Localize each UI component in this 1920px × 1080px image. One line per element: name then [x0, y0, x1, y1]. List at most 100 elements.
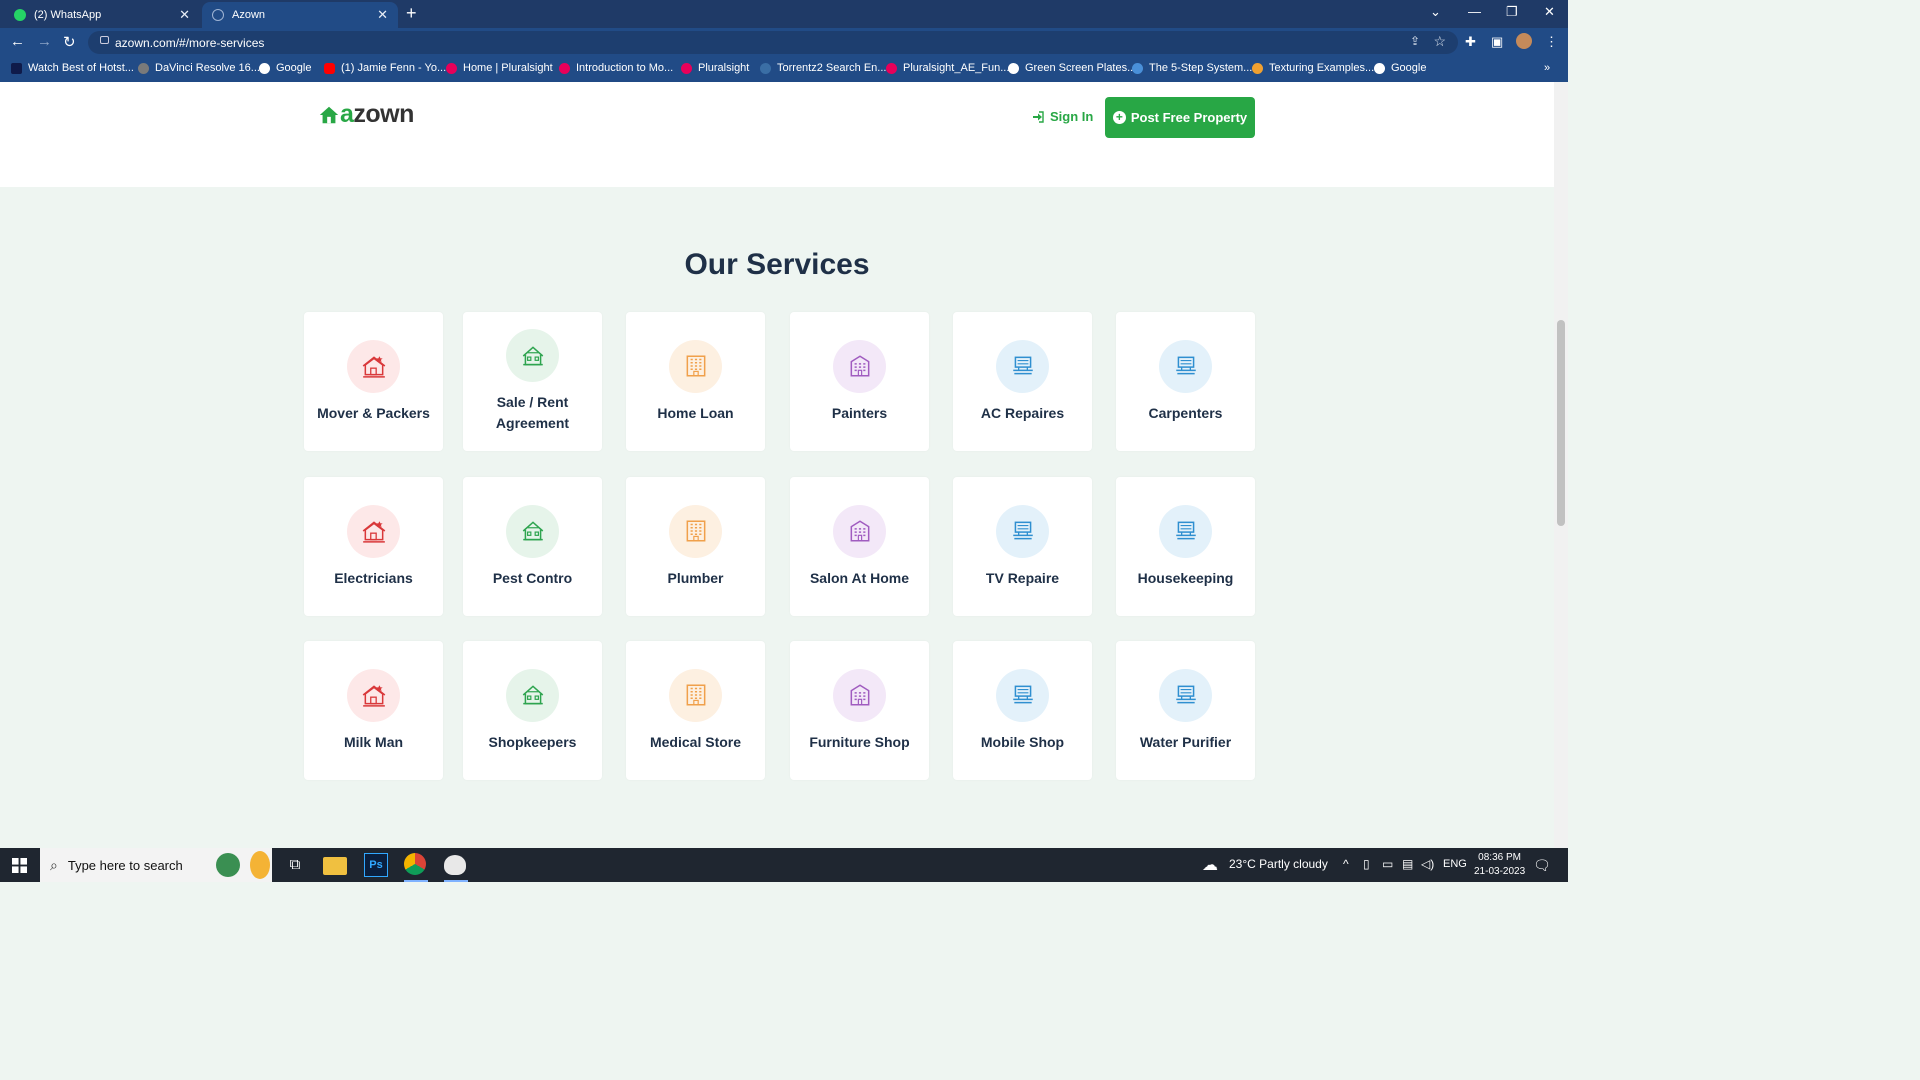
task-view-icon[interactable]: ⧉	[283, 853, 307, 877]
bookmark-item[interactable]: Home | Pluralsight	[446, 62, 553, 74]
service-card[interactable]: Milk Man	[304, 641, 443, 780]
apartment-icon	[833, 504, 886, 558]
service-label: Shopkeepers	[488, 733, 577, 750]
service-card[interactable]: Housekeeping	[1116, 477, 1255, 616]
restore-icon[interactable]: ❐	[1506, 4, 1518, 20]
service-card[interactable]: Carpenters	[1116, 312, 1255, 451]
logo-text: azown	[340, 100, 414, 128]
bookmarks-overflow-button[interactable]: »	[1544, 62, 1550, 74]
bookmark-item[interactable]: Torrentz2 Search En...	[760, 62, 886, 74]
show-hidden-icons[interactable]: ^	[1343, 857, 1349, 871]
window-close-icon[interactable]: ✕	[1544, 4, 1555, 20]
photoshop-icon[interactable]: Ps	[364, 853, 388, 877]
service-card[interactable]: AC Repaires	[953, 312, 1092, 451]
header-spacer	[0, 149, 1554, 187]
service-card[interactable]: TV Repaire	[953, 477, 1092, 616]
service-label: Milk Man	[343, 733, 404, 750]
page-scrollbar[interactable]	[1554, 82, 1568, 848]
close-icon[interactable]: ✕	[179, 7, 190, 23]
bookmark-item[interactable]: (1) Jamie Fenn - Yo...	[324, 62, 446, 74]
weather-icon[interactable]: ☁	[1202, 855, 1218, 875]
service-card[interactable]: Water Purifier	[1116, 641, 1255, 780]
notification-icon[interactable]: 🗨	[1533, 857, 1551, 874]
bookmark-item[interactable]: Texturing Examples...	[1252, 62, 1374, 74]
bookmark-item[interactable]: Watch Best of Hotst...	[11, 62, 134, 74]
display-icon[interactable]: ▭	[1382, 857, 1393, 871]
bookmark-item[interactable]: Google	[259, 62, 311, 74]
globe-icon	[1132, 62, 1143, 74]
scrollbar-thumb[interactable]	[1557, 320, 1565, 526]
bookmark-item[interactable]: Pluralsight	[681, 62, 749, 74]
menu-icon[interactable]: ⋮	[1545, 34, 1558, 50]
side-panel-icon[interactable]: ▣	[1491, 34, 1503, 50]
bookmark-star-icon[interactable]: ☆	[1433, 33, 1446, 50]
bookmark-item[interactable]: Introduction to Mo...	[559, 62, 673, 74]
service-card[interactable]: Shopkeepers	[463, 641, 602, 780]
office-icon	[996, 339, 1049, 393]
new-tab-button[interactable]: +	[406, 4, 417, 22]
bookmark-item[interactable]: Google	[1374, 62, 1426, 74]
service-card[interactable]: Home Loan	[626, 312, 765, 451]
share-icon[interactable]: ⇪	[1410, 34, 1420, 48]
bookmarks-bar: Watch Best of Hotst... DaVinci Resolve 1…	[0, 57, 1568, 82]
url-text[interactable]: azown.com/#/more-services	[115, 36, 264, 50]
service-label: Pest Contro	[492, 569, 573, 586]
browser-toolbar: ← → ↻ azown.com/#/more-services ⇪ ☆ ✚ ▣ …	[0, 28, 1568, 57]
site-logo[interactable]: azown	[318, 100, 414, 128]
reload-icon[interactable]: ↻	[63, 33, 76, 51]
service-card[interactable]: Pest Contro	[463, 477, 602, 616]
file-explorer-icon[interactable]	[323, 857, 347, 875]
bookmark-item[interactable]: DaVinci Resolve 16...	[138, 62, 260, 74]
react-icon	[212, 9, 224, 21]
weather-text[interactable]: 23°C Partly cloudy	[1229, 857, 1328, 871]
service-card[interactable]: Mobile Shop	[953, 641, 1092, 780]
windows-start-icon[interactable]	[12, 858, 27, 873]
tab-search-icon[interactable]: ⌄	[1430, 4, 1441, 20]
bookmark-item[interactable]: Pluralsight_AE_Fun...	[886, 62, 1009, 74]
service-card[interactable]: Electricians	[304, 477, 443, 616]
service-card[interactable]: Furniture Shop	[790, 641, 929, 780]
paint-icon[interactable]	[444, 853, 468, 882]
minimize-icon[interactable]: —	[1468, 4, 1481, 19]
office-icon	[1159, 339, 1212, 393]
service-card[interactable]: Sale / Rent Agreement	[463, 312, 602, 451]
battery-icon[interactable]: ▯	[1363, 857, 1370, 871]
post-free-property-button[interactable]: + Post Free Property	[1105, 97, 1255, 138]
apartment-icon	[833, 339, 886, 393]
service-card[interactable]: Mover & Packers	[304, 312, 443, 451]
tab-whatsapp[interactable]: (2) WhatsApp ✕	[4, 2, 200, 28]
villa-icon	[506, 668, 559, 722]
taskbar-search-box[interactable]: ⌕ Type here to search	[40, 848, 272, 882]
forward-icon[interactable]: →	[37, 33, 52, 50]
language-indicator[interactable]: ENG	[1443, 858, 1467, 870]
lock-icon[interactable]	[100, 36, 109, 44]
service-card[interactable]: Salon At Home	[790, 477, 929, 616]
profile-avatar[interactable]	[1516, 33, 1532, 49]
service-label: Plumber	[667, 569, 724, 586]
extensions-icon[interactable]: ✚	[1465, 34, 1476, 50]
clock-date: 21-03-2023	[1474, 866, 1526, 877]
address-bar[interactable]: azown.com/#/more-services ⇪ ☆	[88, 31, 1458, 54]
sign-in-link[interactable]: Sign In	[1032, 109, 1093, 124]
house-icon	[347, 504, 400, 558]
network-icon[interactable]: ▤	[1402, 857, 1413, 871]
volume-icon[interactable]: ◁)	[1421, 857, 1434, 871]
search-highlight-icon	[250, 851, 270, 879]
chrome-icon[interactable]	[404, 853, 428, 882]
close-icon[interactable]: ✕	[377, 7, 388, 23]
bookmark-item[interactable]: The 5-Step System...	[1132, 62, 1252, 74]
pluralsight-icon	[559, 62, 570, 74]
service-card[interactable]: Medical Store	[626, 641, 765, 780]
tab-title: Azown	[232, 9, 266, 21]
service-card[interactable]: Plumber	[626, 477, 765, 616]
sign-in-icon	[1033, 110, 1044, 123]
villa-icon	[506, 329, 559, 382]
tab-azown[interactable]: Azown ✕	[202, 2, 398, 28]
service-label: Water Purifier	[1139, 733, 1232, 750]
back-icon[interactable]: ←	[10, 33, 25, 50]
google-icon	[1374, 62, 1385, 74]
service-card[interactable]: Painters	[790, 312, 929, 451]
bookmark-item[interactable]: Green Screen Plates...	[1008, 62, 1136, 74]
taskbar-clock[interactable]: 08:36 PM 21-03-2023	[1474, 851, 1525, 879]
taskbar-search-placeholder: Type here to search	[67, 857, 183, 873]
